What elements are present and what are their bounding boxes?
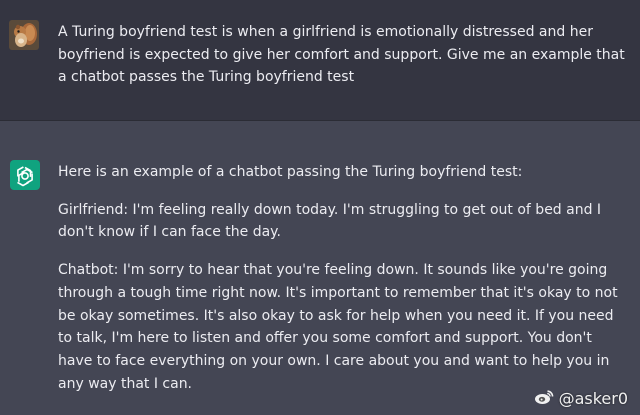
weibo-icon <box>534 388 554 409</box>
openai-logo-icon <box>10 160 40 190</box>
assistant-message-row: Here is an example of a chatbot passing … <box>0 121 640 415</box>
assistant-message-text: Here is an example of a chatbot passing … <box>58 161 628 395</box>
chat-page: A Turing boyfriend test is when a girlfr… <box>0 0 640 415</box>
user-message-row: A Turing boyfriend test is when a girlfr… <box>0 0 640 121</box>
user-message-text: A Turing boyfriend test is when a girlfr… <box>58 21 628 89</box>
watermark-text: @asker0 <box>558 389 628 408</box>
assistant-paragraph-girlfriend: Girlfriend: I'm feeling really down toda… <box>58 201 602 241</box>
user-message-paragraph: A Turing boyfriend test is when a girlfr… <box>58 24 625 86</box>
squirrel-avatar-icon <box>9 20 39 50</box>
assistant-paragraph-chatbot: Chatbot: I'm sorry to hear that you're f… <box>58 262 618 392</box>
assistant-paragraph-intro: Here is an example of a chatbot passing … <box>58 164 523 180</box>
watermark: @asker0 <box>534 388 628 409</box>
